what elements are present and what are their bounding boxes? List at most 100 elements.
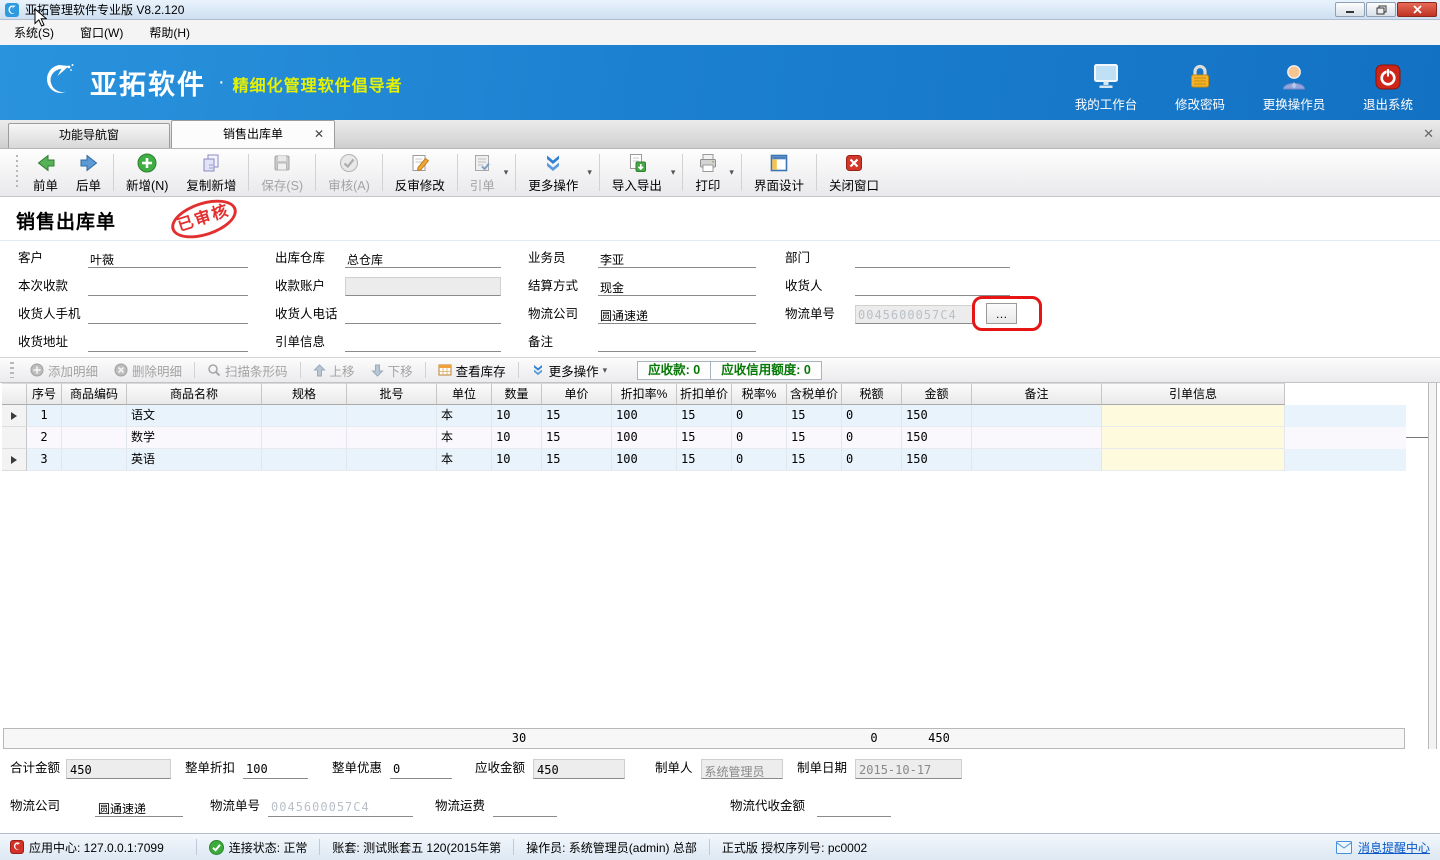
more-operations-button[interactable]: 更多操作 xyxy=(519,149,587,196)
close-window-button[interactable] xyxy=(1397,2,1437,17)
table-cell[interactable] xyxy=(972,427,1102,449)
table-cell[interactable]: 0 xyxy=(732,427,787,449)
table-cell[interactable]: 本 xyxy=(437,449,492,471)
tab-function-nav[interactable]: 功能导航窗 xyxy=(8,123,170,148)
receivable-amount-field[interactable]: 450 xyxy=(533,759,625,779)
table-cell[interactable]: 0 xyxy=(842,405,902,427)
column-header[interactable]: 引单信息 xyxy=(1102,383,1285,405)
dropdown-arrow-icon[interactable]: ▾ xyxy=(603,365,612,376)
switch-operator-button[interactable]: 更换操作员 xyxy=(1256,53,1332,113)
table-cell[interactable]: 15 xyxy=(677,449,732,471)
table-cell[interactable]: 10 xyxy=(492,449,542,471)
import-export-button[interactable]: 导入导出 xyxy=(603,149,671,196)
row-selector[interactable] xyxy=(2,427,27,449)
change-password-button[interactable]: 修改密码 xyxy=(1162,53,1238,113)
table-cell[interactable]: 100 xyxy=(612,449,677,471)
tabstrip-close-icon[interactable]: ✕ xyxy=(1423,126,1434,142)
table-cell[interactable] xyxy=(62,405,127,427)
column-header[interactable]: 备注 xyxy=(972,383,1102,405)
table-cell[interactable]: 英语 xyxy=(127,449,262,471)
table-cell[interactable]: 本 xyxy=(437,427,492,449)
customer-field[interactable]: 叶薇 xyxy=(88,249,248,268)
table-cell[interactable]: 语文 xyxy=(127,405,262,427)
table-cell[interactable]: 本 xyxy=(437,405,492,427)
column-header[interactable]: 折扣单价 xyxy=(677,383,732,405)
column-header[interactable]: 税额 xyxy=(842,383,902,405)
ui-design-button[interactable]: 界面设计 xyxy=(745,149,813,196)
table-cell[interactable]: 2 xyxy=(27,427,62,449)
delivery-address-field[interactable] xyxy=(88,333,248,352)
payment-now-field[interactable] xyxy=(88,277,248,296)
order-discount-field[interactable]: 100 xyxy=(243,759,308,779)
exit-system-button[interactable]: 退出系统 xyxy=(1350,53,1426,113)
table-cell[interactable] xyxy=(262,405,347,427)
print-button[interactable]: 打印 xyxy=(686,149,729,196)
warehouse-field[interactable]: 总仓库 xyxy=(345,249,501,268)
consignee-mobile-field[interactable] xyxy=(88,305,248,324)
move-up-button[interactable]: 上移 xyxy=(305,360,363,380)
table-cell[interactable]: 150 xyxy=(902,427,972,449)
table-cell[interactable]: 15 xyxy=(542,449,612,471)
salesman-field[interactable]: 李亚 xyxy=(598,249,756,268)
view-stock-button[interactable]: 查看库存 xyxy=(430,360,514,380)
table-cell[interactable]: 15 xyxy=(542,405,612,427)
table-cell[interactable] xyxy=(262,427,347,449)
column-header[interactable]: 单位 xyxy=(437,383,492,405)
table-cell[interactable]: 0 xyxy=(842,427,902,449)
table-cell[interactable] xyxy=(62,427,127,449)
order-preferential-field[interactable]: 0 xyxy=(390,759,452,779)
remark-field[interactable] xyxy=(598,333,756,352)
table-cell[interactable]: 数学 xyxy=(127,427,262,449)
tab-close-icon[interactable]: ✕ xyxy=(314,121,324,147)
table-cell[interactable] xyxy=(972,449,1102,471)
table-cell[interactable]: 0 xyxy=(842,449,902,471)
column-header[interactable]: 税率% xyxy=(732,383,787,405)
menu-help[interactable]: 帮助(H) xyxy=(149,24,190,41)
footer-logistics-company-field[interactable]: 圆通速递 xyxy=(95,797,183,817)
scan-barcode-button[interactable]: 扫描条形码 xyxy=(199,360,296,380)
ref-doc-button[interactable]: 引单 xyxy=(461,149,504,196)
table-row[interactable]: 1语文本1015100150150150 xyxy=(2,405,1406,427)
column-header[interactable]: 规格 xyxy=(262,383,347,405)
cod-amount-field[interactable] xyxy=(817,797,891,817)
settle-method-field[interactable]: 现金 xyxy=(598,277,756,296)
copy-new-button[interactable]: 复制新增 xyxy=(177,149,245,196)
column-header[interactable]: 数量 xyxy=(492,383,542,405)
unaudit-modify-button[interactable]: 反审修改 xyxy=(386,149,454,196)
column-header[interactable]: 金额 xyxy=(902,383,972,405)
table-cell[interactable]: 0 xyxy=(732,405,787,427)
row-selector[interactable] xyxy=(2,405,27,427)
column-header[interactable]: 单价 xyxy=(542,383,612,405)
freight-field[interactable] xyxy=(493,797,557,817)
tab-sales-outbound[interactable]: 销售出库单 ✕ xyxy=(171,120,335,148)
dropdown-arrow-icon[interactable]: ▾ xyxy=(504,167,513,178)
table-cell[interactable] xyxy=(1102,405,1285,427)
table-cell[interactable]: 15 xyxy=(787,405,842,427)
table-cell[interactable] xyxy=(62,449,127,471)
table-cell[interactable]: 150 xyxy=(902,449,972,471)
column-header[interactable]: 商品编码 xyxy=(62,383,127,405)
table-cell[interactable]: 10 xyxy=(492,427,542,449)
payment-account-field[interactable] xyxy=(345,277,501,296)
message-center-link[interactable]: 消息提醒中心 xyxy=(1358,839,1430,856)
table-row[interactable]: 3英语本1015100150150150 xyxy=(2,449,1406,471)
close-tab-window-button[interactable]: 关闭窗口 xyxy=(820,149,888,196)
save-button[interactable]: 保存(S) xyxy=(252,149,312,196)
total-amount-field[interactable]: 450 xyxy=(66,759,171,779)
move-down-button[interactable]: 下移 xyxy=(363,360,421,380)
dropdown-arrow-icon[interactable]: ▾ xyxy=(671,167,680,178)
table-cell[interactable]: 15 xyxy=(787,427,842,449)
vertical-scrollbar[interactable] xyxy=(1428,383,1437,749)
column-header[interactable]: 序号 xyxy=(27,383,62,405)
consignee-phone-field[interactable] xyxy=(345,305,501,324)
table-cell[interactable] xyxy=(347,427,437,449)
table-cell[interactable]: 3 xyxy=(27,449,62,471)
row-selector-header[interactable] xyxy=(2,383,27,405)
table-cell[interactable]: 150 xyxy=(902,405,972,427)
table-cell[interactable] xyxy=(972,405,1102,427)
add-detail-button[interactable]: 添加明细 xyxy=(22,360,106,380)
my-workbench-button[interactable]: 我的工作台 xyxy=(1068,53,1144,113)
restore-button[interactable] xyxy=(1366,2,1396,17)
table-cell[interactable]: 1 xyxy=(27,405,62,427)
dropdown-arrow-icon[interactable]: ▾ xyxy=(729,167,738,178)
